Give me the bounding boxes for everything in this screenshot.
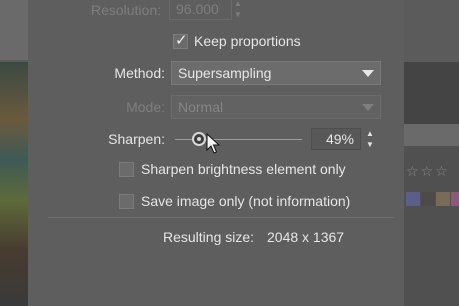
- background-image-left: [0, 0, 28, 306]
- sharpen-slider-thumb[interactable]: [192, 132, 206, 146]
- method-selected-value: Supersampling: [178, 65, 272, 81]
- save-image-only-label: Save image only (not information): [141, 193, 351, 209]
- resolution-input[interactable]: 96.000: [169, 0, 232, 20]
- divider: [48, 217, 394, 218]
- save-image-only-checkbox[interactable]: [119, 194, 134, 209]
- rating-stars: ☆☆☆: [406, 163, 450, 179]
- spin-down-icon[interactable]: ▼: [364, 139, 376, 150]
- background-panel-right: ☆☆☆: [404, 0, 459, 306]
- keep-proportions-label: Keep proportions: [194, 33, 301, 49]
- resulting-size-label: Resulting size:: [163, 229, 255, 245]
- chevron-down-icon: [362, 70, 374, 77]
- keep-proportions-checkbox[interactable]: ✓: [173, 32, 188, 49]
- color-swatch[interactable]: [421, 192, 435, 206]
- mouse-pointer-icon: [206, 133, 220, 154]
- chevron-down-icon: [362, 104, 374, 111]
- resulting-size-value: 2048 x 1367: [267, 229, 345, 245]
- sharpen-spinner[interactable]: ▲ ▼: [364, 128, 376, 150]
- color-label-swatches: [406, 192, 459, 206]
- sharpen-brightness-checkbox[interactable]: [119, 162, 134, 177]
- resolution-label: Resolution:: [90, 2, 161, 18]
- mode-select[interactable]: Normal: [171, 95, 381, 119]
- resolution-spinner[interactable]: ▲ ▼: [232, 0, 244, 20]
- spin-down-icon[interactable]: ▼: [232, 9, 244, 20]
- sharpen-value-input[interactable]: 49%: [311, 128, 361, 150]
- color-swatch[interactable]: [436, 192, 450, 206]
- color-swatch[interactable]: [451, 192, 459, 206]
- method-label: Method:: [114, 65, 165, 81]
- mode-label: Mode:: [126, 99, 165, 115]
- checkmark-icon: ✓: [175, 32, 188, 49]
- color-swatch[interactable]: [406, 192, 420, 206]
- method-select[interactable]: Supersampling: [171, 61, 381, 85]
- resize-dialog: Resolution: 96.000 ▲ ▼ ✓ Keep proportions…: [28, 0, 404, 306]
- spin-up-icon[interactable]: ▲: [364, 128, 376, 139]
- spin-up-icon[interactable]: ▲: [232, 0, 244, 9]
- mode-selected-value: Normal: [178, 99, 224, 115]
- sharpen-label: Sharpen:: [108, 131, 165, 147]
- sharpen-brightness-label: Sharpen brightness element only: [141, 161, 346, 177]
